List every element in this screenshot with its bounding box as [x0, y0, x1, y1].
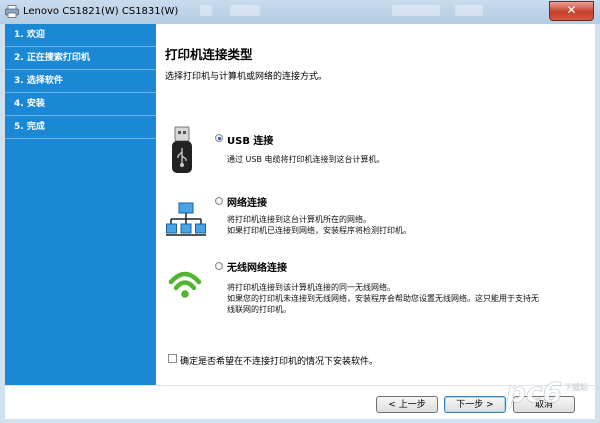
- wizard-client-area: 1. 欢迎 2. 正在搜索打印机 3. 选择软件 4. 安装 5. 完成 打印机…: [5, 24, 595, 419]
- network-connection-radio[interactable]: [215, 197, 223, 205]
- background-window-ghost: [230, 5, 260, 16]
- wireless-connection-description: 将打印机连接到该计算机连接的同一无线网络。 如果您的打印机未连接到无线网络，安装…: [227, 283, 539, 314]
- step-welcome: 1. 欢迎: [5, 24, 156, 47]
- back-button[interactable]: < 上一步: [376, 396, 438, 413]
- installer-window: Lenovo CS1821(W) CS1831(W) ✕ 1. 欢迎 2. 正在…: [0, 0, 600, 423]
- background-window-ghost: [392, 5, 440, 16]
- install-without-printer-checkbox[interactable]: [168, 354, 177, 363]
- network-connection-description: 将打印机连接到这台计算机所在的网络。 如果打印机已连接到网络，安装程序将检测打印…: [227, 215, 411, 235]
- next-button[interactable]: 下一步 >: [444, 396, 506, 413]
- close-button[interactable]: ✕: [549, 1, 594, 21]
- printer-app-icon: [5, 5, 19, 18]
- wireless-connection-label[interactable]: 无线网络连接: [227, 259, 287, 274]
- usb-icon: [172, 126, 192, 173]
- network-icon: [166, 202, 206, 236]
- title-bar[interactable]: Lenovo CS1821(W) CS1831(W) ✕: [0, 0, 600, 24]
- svg-text:下载站: 下载站: [564, 382, 588, 392]
- content-panel: 打印机连接类型 选择打印机与计算机或网络的连接方式。 USB 连接 通过 USB…: [156, 24, 595, 385]
- usb-connection-label[interactable]: USB 连接: [227, 132, 273, 147]
- svg-text:pc6: pc6: [505, 376, 562, 409]
- network-connection-label[interactable]: 网络连接: [227, 194, 267, 209]
- step-install: 4. 安装: [5, 93, 156, 116]
- step-search-printer: 2. 正在搜索打印机: [5, 47, 156, 70]
- window-title: Lenovo CS1821(W) CS1831(W): [23, 6, 179, 17]
- wifi-icon: [168, 271, 202, 298]
- usb-connection-radio[interactable]: [215, 134, 223, 142]
- page-title: 打印机连接类型: [165, 47, 253, 62]
- steps-sidebar: 1. 欢迎 2. 正在搜索打印机 3. 选择软件 4. 安装 5. 完成: [5, 24, 156, 385]
- wireless-connection-radio[interactable]: [215, 262, 223, 270]
- step-select-software: 3. 选择软件: [5, 70, 156, 93]
- usb-connection-description: 通过 USB 电缆将打印机连接到这台计算机。: [227, 155, 385, 164]
- background-window-ghost: [455, 5, 483, 16]
- step-finish: 5. 完成: [5, 116, 156, 139]
- page-subtitle: 选择打印机与计算机或网络的连接方式。: [165, 72, 328, 82]
- close-icon: ✕: [566, 3, 577, 17]
- background-window-ghost: [200, 5, 212, 16]
- pc6-watermark-logo: pc6 下载站: [505, 376, 588, 410]
- install-without-printer-label[interactable]: 确定是否希望在不连接打印机的情况下安装软件。: [180, 354, 378, 367]
